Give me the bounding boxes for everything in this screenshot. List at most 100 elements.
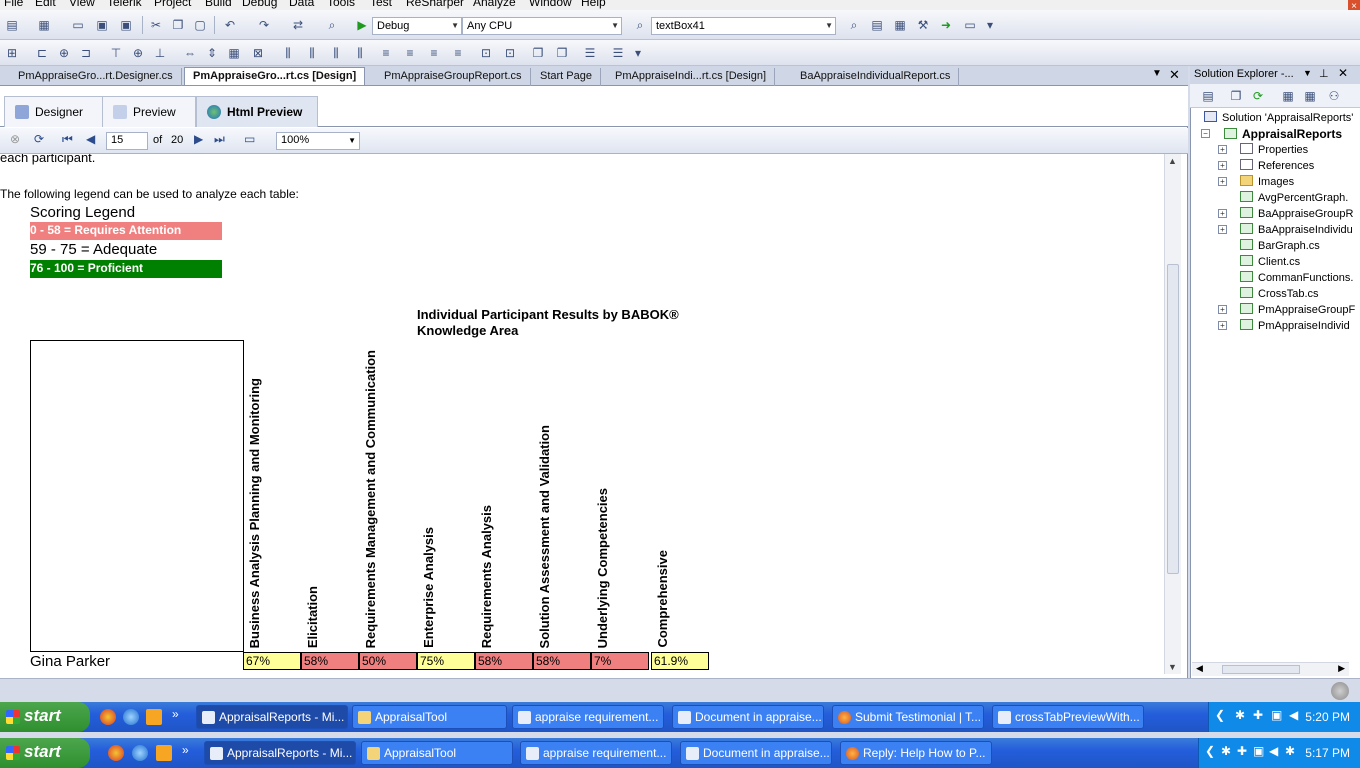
scrollbar-thumb[interactable] (1167, 264, 1179, 574)
new-project-icon[interactable]: ▤ (4, 17, 20, 33)
menu-resharper[interactable]: ReSharper (406, 0, 464, 9)
tree-item[interactable]: PmAppraiseIndivid (1240, 319, 1350, 332)
tray-volume-icon[interactable]: ◀ (1269, 744, 1278, 758)
tree-item[interactable]: Properties (1240, 143, 1308, 156)
menu-tools[interactable]: Tools (327, 0, 355, 9)
tray-security-icon[interactable]: ✚ (1237, 744, 1247, 758)
tree-item[interactable]: PmAppraiseGroupF (1240, 303, 1355, 316)
taskbar-firefox-reply[interactable]: Reply: Help How to P... (840, 741, 992, 765)
find-icon[interactable]: ⌕ (324, 17, 340, 33)
increase-h-spacing-icon[interactable]: ⫼ (304, 45, 320, 61)
align-to-grid-icon[interactable]: ⊞ (4, 45, 20, 61)
scroll-left-icon[interactable]: ◀ (1196, 663, 1203, 674)
pin-icon[interactable]: ⊥ (1319, 67, 1329, 80)
first-page-icon[interactable]: ⏮ (62, 132, 73, 147)
menu-build[interactable]: Build (205, 0, 232, 9)
chrome-icon[interactable] (108, 745, 124, 761)
view-designer-icon[interactable]: ▦ (1302, 88, 1318, 104)
expand-icon[interactable]: + (1218, 225, 1227, 234)
expand-icon[interactable]: + (1218, 321, 1227, 330)
make-same-size-icon[interactable]: ⊠ (250, 45, 266, 61)
tab-start-page[interactable]: Start Page (532, 68, 601, 86)
navigate-icon[interactable]: ⇄ (290, 17, 306, 33)
align-tops-icon[interactable]: ⊤ (108, 45, 124, 61)
paste-icon[interactable]: ▢ (192, 17, 208, 33)
tray-volume-icon[interactable]: ◀ (1289, 708, 1298, 722)
tree-solution[interactable]: Solution 'AppraisalReports' (1204, 111, 1353, 124)
expand-icon[interactable]: + (1218, 177, 1227, 186)
close-document-icon[interactable]: ✕ (1169, 67, 1180, 83)
tree-item[interactable]: CommanFunctions. (1240, 271, 1353, 284)
tab-designer[interactable]: Designer (4, 96, 104, 127)
menu-telerik[interactable]: Telerik (107, 0, 142, 9)
taskbar-appraisaltool[interactable]: AppraisalTool (352, 705, 507, 729)
decrease-h-spacing-icon[interactable]: ⫼ (328, 45, 344, 61)
tree-item[interactable]: References (1240, 159, 1314, 172)
media-player-icon[interactable] (146, 709, 162, 725)
send-to-back-icon[interactable]: ❐ (554, 45, 570, 61)
chrome-icon[interactable] (100, 709, 116, 725)
copy-icon[interactable]: ❐ (170, 17, 186, 33)
command-window-icon[interactable]: ▭ (962, 17, 978, 33)
toolbar-options-icon[interactable]: ▾ (982, 17, 998, 33)
print-layout-icon[interactable]: ▭ (244, 132, 255, 146)
tree-item[interactable]: BaAppraiseGroupR (1240, 207, 1353, 220)
tab-designer-cs[interactable]: PmAppraiseGro...rt.Designer.cs (10, 68, 182, 86)
menu-data[interactable]: Data (289, 0, 314, 9)
stop-icon[interactable]: ⊗ (10, 132, 20, 146)
taskbar-word-document[interactable]: Document in appraise... (680, 741, 832, 765)
menu-analyze[interactable]: Analyze (473, 0, 516, 9)
zoom-select[interactable]: 100% ▼ (276, 132, 360, 150)
bring-to-front-icon[interactable]: ❐ (530, 45, 546, 61)
tray-network-icon[interactable]: ▣ (1253, 744, 1264, 758)
taskbar-visual-studio[interactable]: AppraisalReports - Mi... (204, 741, 356, 765)
quick-launch-more-icon[interactable]: » (172, 707, 179, 721)
menu-project[interactable]: Project (154, 0, 191, 9)
view-code-icon[interactable]: ▦ (1280, 88, 1296, 104)
tab-group-report-design[interactable]: PmAppraiseGro...rt.cs [Design] (184, 67, 366, 85)
refresh-icon[interactable]: ⟳ (1250, 88, 1266, 104)
tree-item[interactable]: BarGraph.cs (1240, 239, 1320, 252)
solution-horizontal-scrollbar[interactable]: ◀ ▶ (1192, 662, 1349, 676)
tray-network-icon[interactable]: ▣ (1271, 708, 1282, 722)
tree-project[interactable]: AppraisalReports (1224, 127, 1342, 141)
menu-test[interactable]: Test (370, 0, 392, 9)
taskbar-appraisaltool[interactable]: AppraisalTool (361, 741, 513, 765)
align-middles-icon[interactable]: ⊕ (130, 45, 146, 61)
tray-utility-icon[interactable]: ✱ (1285, 744, 1295, 758)
start-button[interactable]: start (0, 738, 90, 768)
next-page-icon[interactable]: ▶ (194, 132, 203, 146)
tab-ba-individual-report[interactable]: BaAppraiseIndividualReport.cs (792, 68, 960, 86)
toolbar2-options-icon[interactable]: ▾ (630, 45, 646, 61)
expand-icon[interactable]: + (1218, 305, 1227, 314)
configuration-select[interactable]: Debug ▼ (372, 17, 462, 35)
vertical-spacing-icon[interactable]: ≡ (378, 45, 394, 61)
scroll-right-icon[interactable]: ▶ (1338, 663, 1345, 674)
clock[interactable]: 5:20 PM (1305, 710, 1350, 724)
make-same-width-icon[interactable]: ⇔ (182, 45, 198, 61)
expand-icon[interactable]: + (1218, 145, 1227, 154)
cut-icon[interactable]: ✂ (148, 17, 164, 33)
open-folder-icon[interactable]: ▭ (70, 17, 86, 33)
clock[interactable]: 5:17 PM (1305, 746, 1350, 760)
start-page-icon[interactable]: ➜ (938, 17, 954, 33)
window-position-icon[interactable]: ▼ (1303, 68, 1312, 78)
taskbar-crosstab-preview[interactable]: crossTabPreviewWith... (992, 705, 1144, 729)
tray-expand-icon[interactable]: ❮ (1205, 744, 1215, 758)
save-icon[interactable]: ▣ (94, 17, 110, 33)
platform-select[interactable]: Any CPU ▼ (462, 17, 622, 35)
taskbar-word-document[interactable]: Document in appraise... (672, 705, 824, 729)
align-lefts-icon[interactable]: ⊏ (34, 45, 50, 61)
tree-item[interactable]: CrossTab.cs (1240, 287, 1319, 300)
align-rights-icon[interactable]: ⊐ (78, 45, 94, 61)
menu-edit[interactable]: Edit (35, 0, 56, 9)
class-diagram-icon[interactable]: ⚇ (1326, 88, 1342, 104)
quick-launch-more-icon[interactable]: » (182, 743, 189, 757)
taskbar-firefox-testimonial[interactable]: Submit Testimonial | T... (832, 705, 984, 729)
horizontal-spacing-icon[interactable]: ⫼ (280, 45, 296, 61)
scrollbar-thumb[interactable] (1222, 665, 1300, 674)
solution-explorer-icon[interactable]: ⌕ (846, 17, 862, 33)
start-debugging-icon[interactable]: ▶ (354, 17, 370, 33)
tray-expand-icon[interactable]: ❮ (1215, 708, 1225, 722)
active-files-dropdown-icon[interactable]: ▼ (1152, 68, 1162, 79)
